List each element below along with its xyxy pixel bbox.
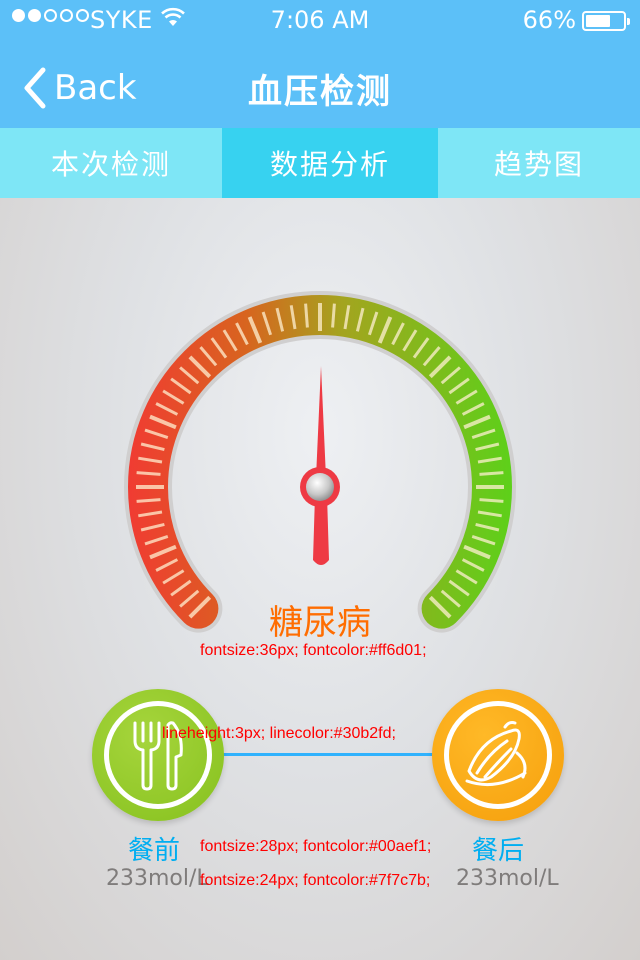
annotation-line-style: lineheight:3px; linecolor:#30b2fd; (162, 725, 396, 742)
gauge-needle (313, 366, 329, 565)
page-title: 血压检测 (248, 72, 392, 112)
tab-current-test[interactable]: 本次检测 (0, 128, 222, 198)
gauge-tick (479, 471, 504, 476)
after-meal-button[interactable] (432, 689, 564, 821)
battery-icon (582, 11, 630, 31)
gauge-tick (304, 303, 309, 328)
gauge-tick (136, 498, 161, 503)
gauge-hub (300, 467, 340, 507)
annotation-value-font: fontsize:24px; fontcolor:#7f7c7b; (200, 872, 431, 889)
after-meal-value: 233mol/L (456, 866, 559, 891)
tab-data-analysis[interactable]: 数据分析 (222, 128, 438, 198)
battery-percent: 66% (522, 6, 576, 34)
before-meal-value: 233mol/L (106, 866, 209, 891)
after-meal-label: 餐后 (472, 836, 525, 866)
status-bar: SYKE 7:06 AM 66% (0, 0, 640, 40)
tab-trend-chart[interactable]: 趋势图 (438, 128, 640, 198)
gauge-tick (331, 303, 336, 328)
before-meal-button[interactable] (92, 689, 224, 821)
food-icon (465, 721, 527, 787)
gauge-tick (479, 498, 504, 503)
tab-bar: 本次检测 数据分析 趋势图 (0, 128, 640, 198)
annotation-state-font: fontsize:36px; fontcolor:#ff6d01; (200, 642, 427, 659)
before-meal-label: 餐前 (128, 836, 181, 866)
gauge-tick (136, 471, 161, 476)
annotation-label-font: fontsize:28px; fontcolor:#00aef1; (200, 838, 432, 855)
glucose-gauge (124, 291, 516, 633)
top-bar: SYKE 7:06 AM 66% Back 血压检测 (0, 0, 640, 128)
gauge-state-label: 糖尿病 (269, 603, 371, 643)
connector-line (210, 753, 440, 756)
